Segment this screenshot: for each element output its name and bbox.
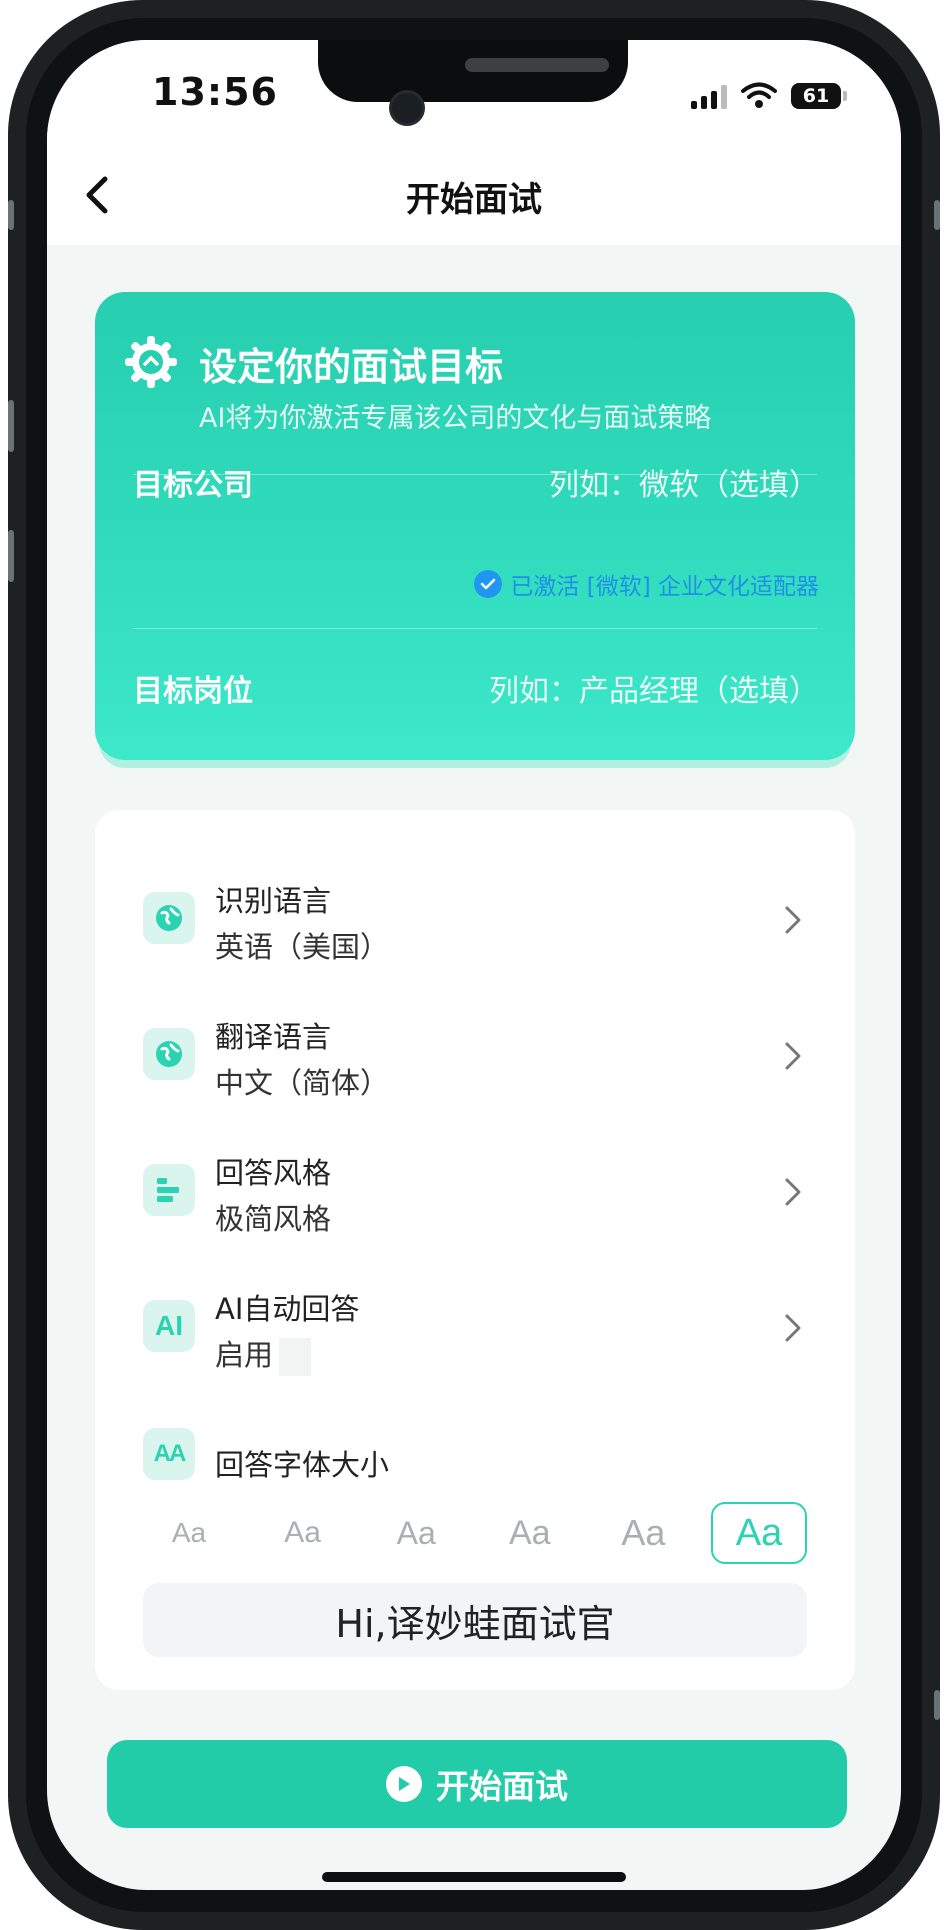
- home-indicator: [322, 1872, 626, 1882]
- setting-value: 英语（美国）: [215, 930, 390, 964]
- setting-title: 识别语言: [215, 884, 332, 918]
- company-label: 目标公司: [133, 468, 253, 503]
- side-button-volume-down: [8, 530, 14, 582]
- font-size-option-4[interactable]: Aa: [484, 1504, 576, 1562]
- side-button-power-lower: [934, 1690, 940, 1720]
- font-size-icon-text: AA: [153, 1440, 187, 1467]
- ai-icon: AI: [143, 1300, 195, 1352]
- position-label: 目标岗位: [133, 674, 253, 709]
- chevron-right-icon: [785, 1042, 801, 1070]
- activated-text: 已激活 [微软] 企业文化适配器: [510, 574, 819, 600]
- font-size-options: Aa Aa Aa Aa Aa Aa: [143, 1502, 807, 1564]
- chevron-right-icon: [785, 906, 801, 934]
- page-title: 开始面试: [406, 180, 542, 220]
- bars-icon: [143, 1164, 195, 1216]
- setting-title: AI自动回答: [215, 1292, 360, 1326]
- ai-icon-text: AI: [155, 1310, 183, 1341]
- font-size-icon: AA: [143, 1428, 195, 1480]
- side-button-mute: [8, 200, 14, 230]
- front-camera: [389, 90, 425, 126]
- position-input[interactable]: 列如：产品经理（选填）: [489, 666, 819, 710]
- goal-subtitle: AI将为你激活专属该公司的文化与面试策略: [199, 403, 712, 434]
- divider: [133, 628, 817, 629]
- setting-value: 启用: [215, 1338, 274, 1372]
- setting-row-ai-auto-answer[interactable]: AI AI自动回答 启用: [143, 1278, 807, 1378]
- font-size-option-2[interactable]: Aa: [257, 1504, 349, 1562]
- font-preview: Hi,译妙蛙面试官: [143, 1583, 807, 1657]
- status-time: 13:56: [152, 70, 278, 114]
- status-icons: 61: [691, 82, 847, 110]
- screen: 13:56 61 开始面试 设定你的面试目标 AI将为你激活专属该公司的文化与面…: [47, 40, 901, 1890]
- setting-row-answer-style[interactable]: 回答风格 极简风格: [143, 1142, 807, 1242]
- check-icon: [474, 570, 503, 598]
- font-size-option-5[interactable]: Aa: [597, 1504, 689, 1562]
- battery-icon: 61: [791, 83, 847, 109]
- activated-badge: 已激活 [微软] 企业文化适配器: [474, 567, 819, 601]
- font-size-option-3[interactable]: Aa: [370, 1504, 462, 1562]
- side-button-power: [934, 200, 940, 230]
- font-size-option-1[interactable]: Aa: [143, 1504, 235, 1562]
- setting-title: 翻译语言: [215, 1020, 332, 1054]
- setting-row-translation-language[interactable]: 翻译语言 中文（简体）: [143, 1006, 807, 1106]
- setting-row-font-size: AA 回答字体大小: [143, 1414, 807, 1494]
- setting-row-recognition-language[interactable]: 识别语言 英语（美国）: [143, 870, 807, 970]
- signal-icon: [691, 83, 727, 109]
- setting-value: 极简风格: [215, 1202, 332, 1236]
- start-interview-label: 开始面试: [436, 1767, 568, 1806]
- setting-title: 回答风格: [215, 1156, 332, 1190]
- goal-card: 设定你的面试目标 AI将为你激活专属该公司的文化与面试策略 目标公司 列如：微软…: [95, 292, 855, 760]
- setting-value-wrap: 启用: [215, 1332, 312, 1376]
- globe-icon: [143, 1028, 195, 1080]
- font-size-option-6[interactable]: Aa: [710, 1502, 807, 1564]
- globe-icon: [143, 892, 195, 944]
- setting-title: 回答字体大小: [215, 1448, 390, 1482]
- status-chip: [279, 1338, 312, 1376]
- side-button-volume-up: [8, 400, 14, 452]
- start-interview-button[interactable]: 开始面试: [107, 1740, 847, 1828]
- gear-icon: [125, 336, 177, 388]
- company-input[interactable]: 列如：微软（选填）: [549, 460, 819, 504]
- play-icon: [386, 1766, 422, 1802]
- chevron-right-icon: [785, 1178, 801, 1206]
- battery-level: 61: [802, 85, 830, 107]
- speaker: [465, 58, 609, 72]
- goal-title: 设定你的面试目标: [199, 345, 504, 389]
- setting-value: 中文（简体）: [215, 1066, 390, 1100]
- chevron-right-icon: [785, 1314, 801, 1342]
- wifi-icon: [741, 82, 777, 108]
